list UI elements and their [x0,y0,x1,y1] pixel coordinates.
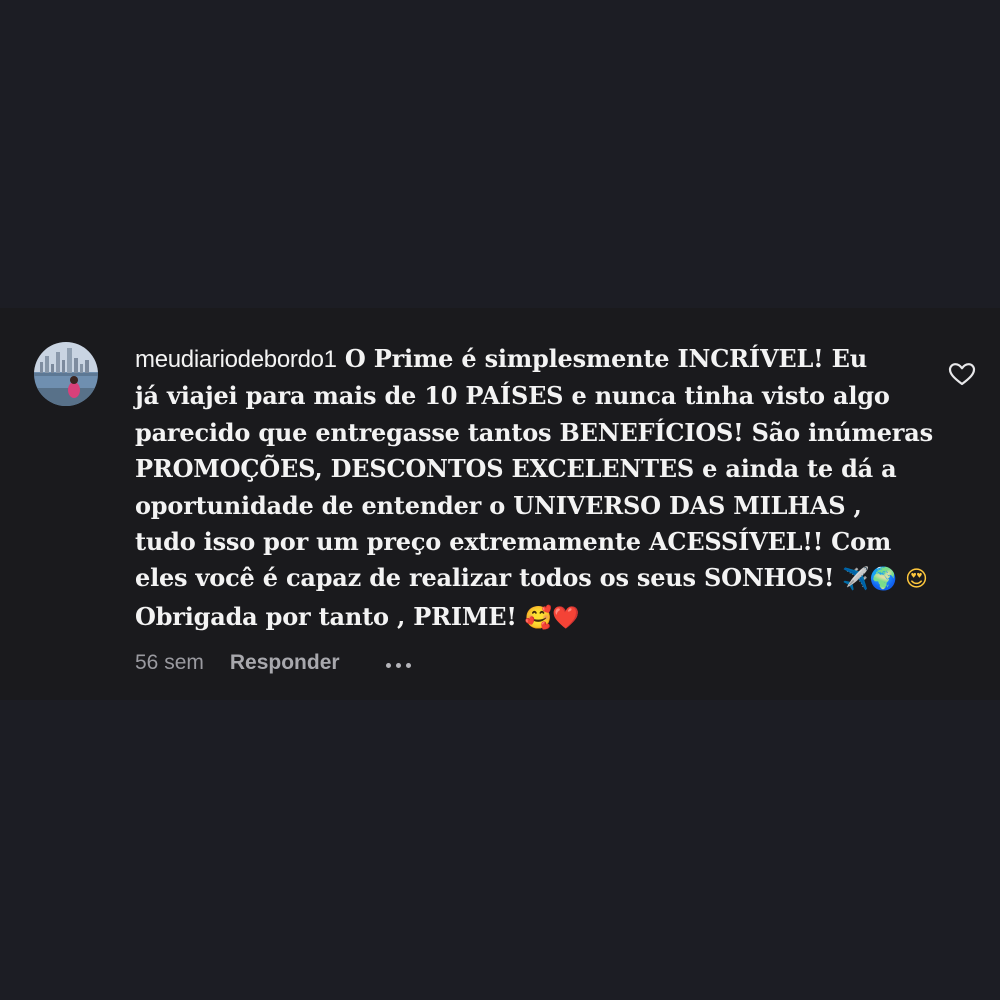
more-dot [385,662,391,668]
comment-line: PROMOÇÕES, DESCONTOS EXCELENTES e ainda … [135,454,897,484]
airplane-emoji: ✈️ [842,567,870,593]
heart-outline-icon [948,363,976,386]
avatar-photo [34,342,98,406]
comment-timestamp: 56 sem [135,651,204,674]
comment-line: Obrigada por tanto , PRIME! 🥰❤️ [135,599,935,637]
comment-line-text: Obrigada por tanto , PRIME! [135,601,517,631]
comment-line: oportunidade de entender o UNIVERSO DAS … [135,490,862,520]
more-options-icon[interactable] [385,659,411,668]
comment-line: já viajei para mais de 10 PAÍSES e nunca… [135,381,890,411]
comment-line: tudo isso por um preço extremamente ACES… [135,527,892,557]
comment-line: parecido que entregasse tantos BENEFÍCIO… [135,417,933,447]
comment-username[interactable]: meudiariodebordo1 [135,346,337,373]
heart-eyes-emoji: 😍 [904,567,928,593]
comment-line: meudiariodebordo1 O Prime é simplesmente… [135,341,935,378]
reply-button[interactable]: Responder [230,651,340,675]
avatar[interactable] [34,342,98,406]
red-heart-emoji: ❤️ [552,605,580,631]
more-dot [405,662,411,668]
comment-line-text: O Prime é simplesmente INCRÍVEL! Eu [344,344,867,373]
like-button[interactable] [946,360,978,388]
more-dot [395,662,401,668]
comment-footer: 56 sem Responder [135,646,411,680]
globe-emoji: 🌍 [869,567,897,593]
comment-text: meudiariodebordo1 O Prime é simplesmente… [135,341,935,637]
smiling-face-hearts-emoji: 🥰 [524,605,553,631]
comment-line-text: eles você é capaz de realizar todos os s… [135,563,835,593]
page: meudiariodebordo1 O Prime é simplesmente… [0,0,1000,1000]
comment-line: eles você é capaz de realizar todos os s… [135,560,935,598]
